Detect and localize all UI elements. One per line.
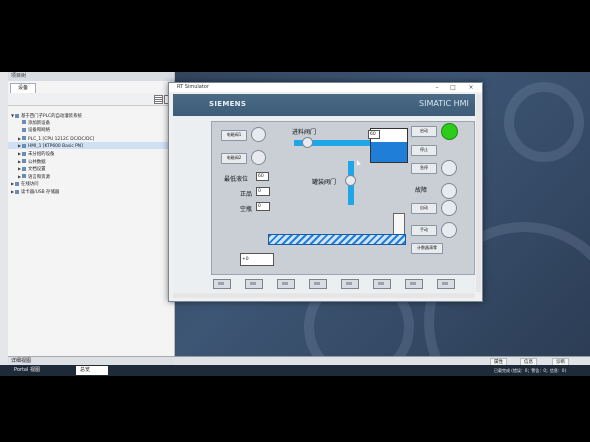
- solenoid-2-lamp: [251, 150, 266, 165]
- run-lamp: [441, 123, 458, 140]
- level-field[interactable]: 60: [256, 172, 269, 181]
- tree-item-label: 设备和网络: [28, 128, 50, 134]
- folder-icon: [15, 113, 19, 118]
- tree-item-label: 在线访问: [21, 182, 39, 188]
- tree-item-label: PLC_1 [CPU 1212C DC/DC/DC]: [28, 136, 95, 142]
- overview-tab[interactable]: 总览: [76, 366, 109, 375]
- hmi-panel: SIEMENS SIMATIC HMI 电磁阀1 电磁阀2 进料阀门 60 罐装…: [173, 94, 475, 292]
- project-tree-title: 项目树: [8, 72, 174, 81]
- function-key[interactable]: [341, 279, 359, 289]
- tree-item-label: 添加新设备: [28, 120, 50, 126]
- folder-icon: [22, 136, 26, 141]
- reset-counter-button[interactable]: 计数器清零: [411, 243, 443, 254]
- folder-icon: [22, 151, 26, 156]
- inlet-valve-label: 进料阀门: [292, 129, 317, 136]
- tree-item-label: 公共数据: [28, 159, 46, 165]
- inlet-value-field[interactable]: 60: [368, 130, 380, 139]
- status-message: 已载完成 (错误：0；警告：0；信息：0): [494, 368, 567, 373]
- brand-logo: SIEMENS: [209, 100, 247, 108]
- status-bar: Portal 视图 总览 已载完成 (错误：0；警告：0；信息：0): [0, 365, 590, 376]
- horizontal-scrollbar[interactable]: [173, 293, 475, 298]
- tree-item-label: 语言和资源: [28, 174, 50, 180]
- good-label: 正品: [240, 191, 253, 198]
- tree-item[interactable]: 添加新设备: [8, 120, 174, 127]
- portal-view-link[interactable]: Portal 视图: [14, 365, 40, 376]
- folder-icon: [22, 127, 26, 132]
- folder-icon: [22, 159, 26, 164]
- project-tree-panel: 项目树 设备 ▼ 基于西门子PLC的自动灌装系统 添加新设备 设备和网络 ▶ PLC_1 …: [8, 72, 175, 356]
- emergency-stop-button[interactable]: 急停: [411, 163, 437, 174]
- folder-icon: [22, 166, 26, 171]
- auto-button[interactable]: 自动: [411, 203, 437, 214]
- tree-item[interactable]: ▶ 未分组的设备: [8, 150, 174, 157]
- tree-item[interactable]: ▶ 文档设置: [8, 165, 174, 172]
- solenoid-1-button[interactable]: 电磁阀1: [221, 130, 247, 141]
- simulator-title-bar[interactable]: RT Simulator – □ ×: [169, 83, 482, 92]
- hmi-header: SIEMENS SIMATIC HMI: [173, 94, 475, 116]
- function-key[interactable]: [309, 279, 327, 289]
- good-count-field[interactable]: 0: [256, 187, 270, 196]
- tree-item-label: 基于西门子PLC的自动灌装系统: [21, 114, 82, 119]
- empty-label: 空瓶: [240, 206, 253, 213]
- folder-icon: [15, 189, 19, 194]
- tank-level-fill: [371, 142, 407, 162]
- tree-item[interactable]: ▼ 基于西门子PLC的自动灌装系统: [8, 112, 174, 119]
- folder-icon: [22, 120, 26, 125]
- close-icon[interactable]: ×: [465, 83, 477, 92]
- rt-simulator-window: RT Simulator – □ × SIEMENS SIMATIC HMI 电…: [168, 82, 483, 302]
- tree-item-label: 读卡器/USB 存储器: [21, 190, 60, 195]
- tree-item[interactable]: ▶ 读卡器/USB 存储器: [8, 188, 174, 195]
- bottom-io-field[interactable]: +0: [240, 253, 274, 266]
- function-key[interactable]: [373, 279, 391, 289]
- tree-item[interactable]: 设备和网络: [8, 127, 174, 134]
- bottle: [393, 213, 405, 236]
- mouse-cursor: [355, 159, 361, 166]
- function-key[interactable]: [213, 279, 231, 289]
- auto-lamp: [441, 200, 457, 216]
- tree-item-label: HMI_1 [KTP600 Basic PN]: [28, 144, 83, 150]
- fault-lamp: [441, 183, 457, 199]
- start-button[interactable]: 启动: [411, 126, 437, 137]
- folder-icon: [22, 174, 26, 179]
- list-view-icon[interactable]: [154, 95, 163, 104]
- details-view-bar[interactable]: 详细视图: [8, 356, 174, 365]
- empty-count-field[interactable]: 0: [256, 202, 270, 211]
- function-key[interactable]: [437, 279, 455, 289]
- fault-label: 故障: [415, 187, 428, 194]
- bottling-valve-label: 罐装阀门: [312, 179, 337, 186]
- manual-button[interactable]: 手动: [411, 225, 437, 236]
- function-key[interactable]: [405, 279, 423, 289]
- simulator-title: RT Simulator: [177, 84, 209, 90]
- manual-lamp: [441, 222, 457, 238]
- solenoid-2-button[interactable]: 电磁阀2: [221, 153, 247, 164]
- function-key[interactable]: [245, 279, 263, 289]
- tree-item[interactable]: ▶ PLC_1 [CPU 1212C DC/DC/DC]: [8, 135, 174, 142]
- vertical-scrollbar[interactable]: [476, 94, 481, 292]
- folder-icon: [22, 143, 26, 148]
- gear-decoration: [504, 82, 584, 162]
- tree-item[interactable]: ▶ HMI_1 [KTP600 Basic PN]: [8, 142, 174, 150]
- inlet-valve-icon: [302, 137, 313, 148]
- bottling-valve-icon: [345, 175, 356, 186]
- hmi-function-keys: [211, 277, 473, 289]
- tree-item-label: 文档设置: [28, 167, 46, 173]
- stop-button[interactable]: 停止: [411, 145, 437, 156]
- tree-item[interactable]: ▶ 公共数据: [8, 158, 174, 165]
- tree-item[interactable]: ▶ 语言和资源: [8, 173, 174, 180]
- tree-item[interactable]: ▶ 在线访问: [8, 180, 174, 187]
- solenoid-1-lamp: [251, 127, 266, 142]
- function-key[interactable]: [277, 279, 295, 289]
- tree-item-label: 未分组的设备: [28, 152, 55, 157]
- minimize-icon[interactable]: –: [431, 83, 443, 92]
- product-name: SIMATIC HMI: [419, 99, 469, 108]
- level-label: 最低液位: [224, 176, 249, 183]
- maximize-icon[interactable]: □: [447, 83, 459, 92]
- folder-icon: [15, 181, 19, 186]
- emergency-lamp: [441, 160, 457, 176]
- conveyor-belt: [268, 234, 406, 245]
- tree-toolbar: [8, 93, 174, 106]
- hmi-screen: 电磁阀1 电磁阀2 进料阀门 60 罐装阀门 最低液位 60 正品 0 空瓶 0: [211, 121, 475, 275]
